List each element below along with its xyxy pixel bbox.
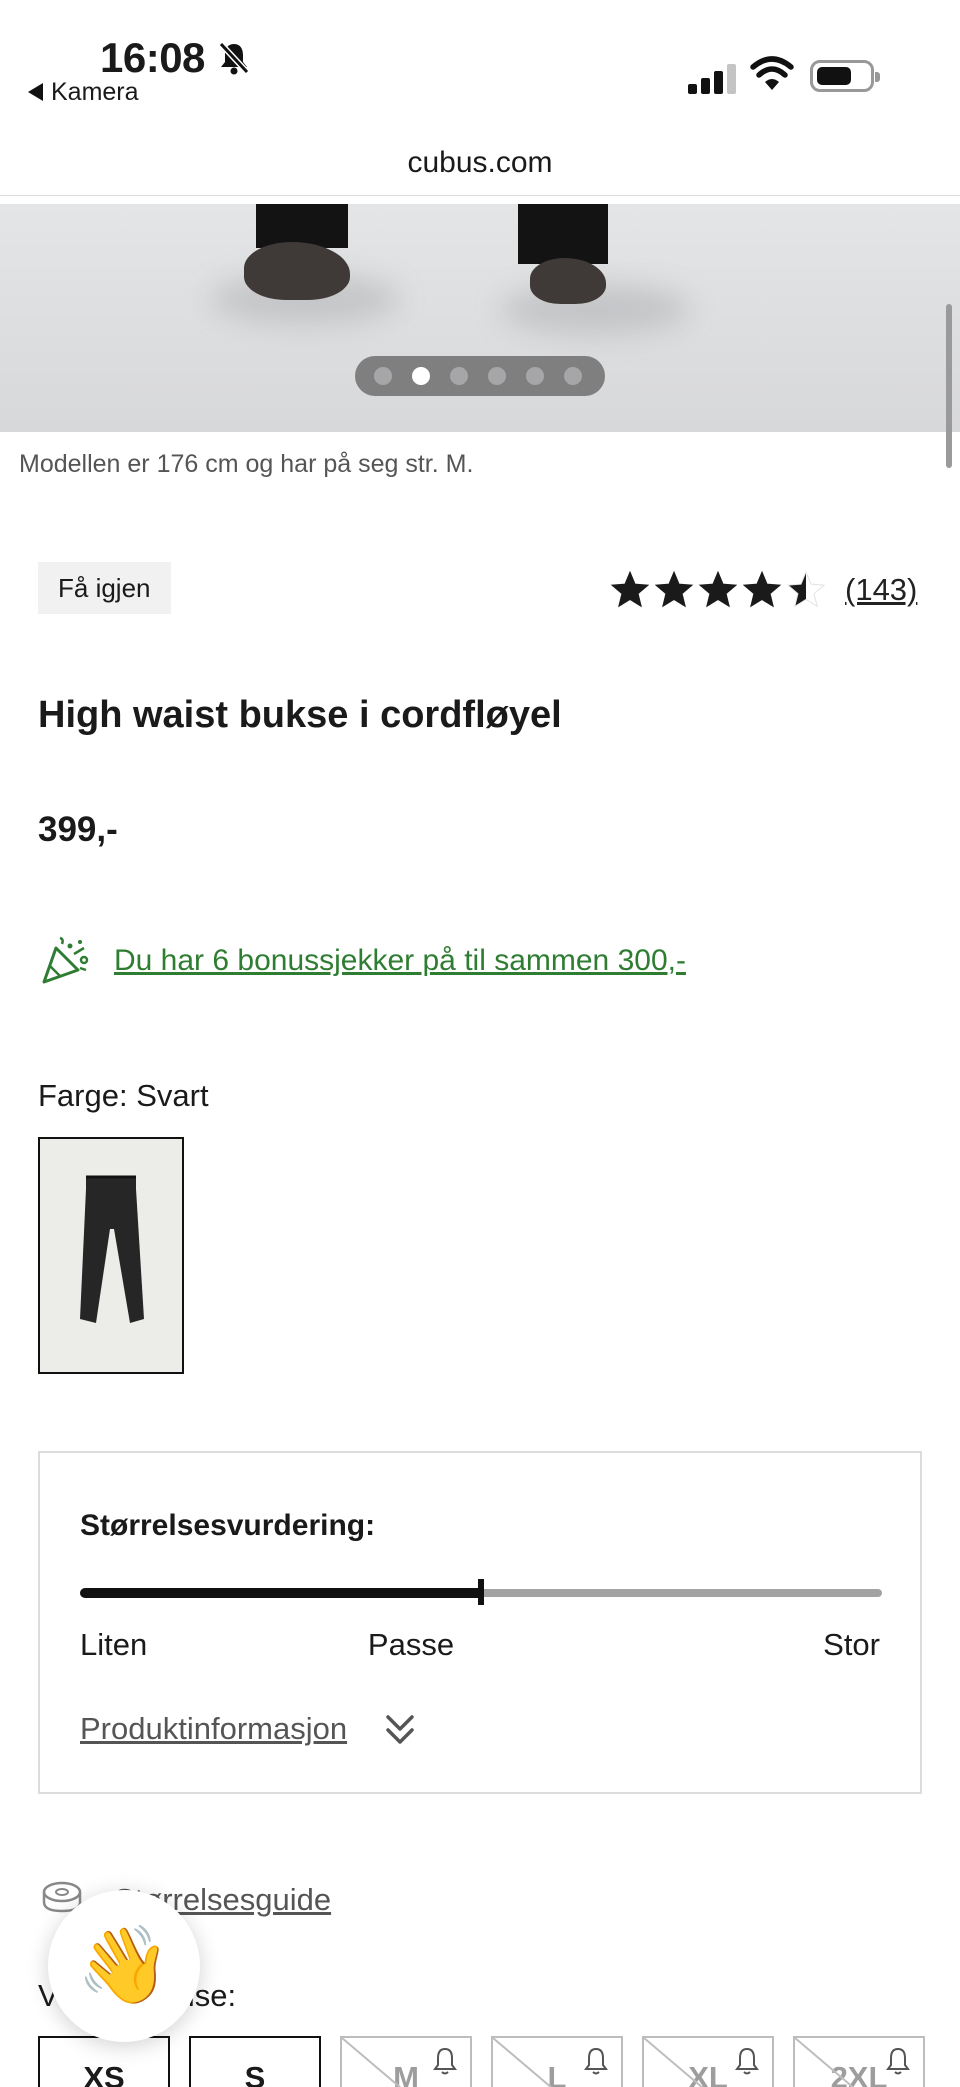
badge-cashback: Få igjen bbox=[38, 562, 171, 614]
gallery-dot[interactable] bbox=[564, 367, 582, 385]
size-option-label: S bbox=[244, 2060, 266, 2087]
size-rating-label-fit: Passe bbox=[367, 1627, 455, 1662]
size-rating-label-large: Stor bbox=[823, 1627, 880, 1662]
url-bar[interactable]: cubus.com bbox=[0, 130, 960, 196]
size-rating-fill bbox=[80, 1588, 481, 1598]
product-info-link[interactable]: Produktinformasjon bbox=[80, 1711, 347, 1747]
product-title: High waist bukse i cordfløyel bbox=[38, 694, 562, 736]
gallery-pagination[interactable] bbox=[355, 356, 605, 396]
size-rating-panel: Størrelsesvurdering: Liten Passe Stor Pr… bbox=[38, 1451, 922, 1794]
notify-bell-icon bbox=[433, 2047, 457, 2075]
rating-stars[interactable] bbox=[608, 568, 830, 612]
gallery-dot[interactable] bbox=[412, 367, 430, 385]
status-bar: 16:08 Kamera bbox=[0, 0, 960, 120]
product-price: 399,- bbox=[38, 810, 118, 849]
size-rating-marker bbox=[478, 1579, 484, 1605]
star-icon bbox=[610, 570, 650, 608]
gallery-dot[interactable] bbox=[450, 367, 468, 385]
party-popper-icon bbox=[42, 936, 89, 984]
back-app-label: Kamera bbox=[51, 78, 139, 106]
size-rating-title: Størrelsesvurdering: bbox=[80, 1509, 376, 1542]
size-option-xs[interactable]: XS bbox=[38, 2036, 170, 2087]
chat-button[interactable]: 👋 bbox=[48, 1890, 200, 2042]
double-chevron-down-icon[interactable] bbox=[384, 1713, 416, 1747]
star-icon bbox=[786, 570, 826, 608]
bonus-checks-link[interactable]: Du har 6 bonussjekker på til sammen 300,… bbox=[114, 944, 686, 978]
shoe-right bbox=[530, 258, 606, 304]
notify-bell-icon bbox=[886, 2047, 910, 2075]
notify-bell-icon bbox=[584, 2047, 608, 2075]
status-time: 16:08 bbox=[100, 34, 205, 81]
pants-thumbnail bbox=[80, 1175, 144, 1323]
scrollbar[interactable] bbox=[946, 304, 952, 468]
gallery-dot[interactable] bbox=[374, 367, 392, 385]
star-icon bbox=[654, 570, 694, 608]
wifi-icon bbox=[750, 56, 794, 90]
color-label: Farge: Svart bbox=[38, 1078, 209, 1113]
product-image[interactable] bbox=[0, 204, 960, 432]
size-option-l[interactable]: L bbox=[491, 2036, 623, 2087]
size-option-s[interactable]: S bbox=[189, 2036, 321, 2087]
cellular-signal-icon bbox=[688, 62, 736, 94]
silent-bell-icon bbox=[218, 41, 250, 75]
size-option-m[interactable]: M bbox=[340, 2036, 472, 2087]
star-icon bbox=[698, 570, 738, 608]
model-caption: Modellen er 176 cm og har på seg str. M. bbox=[19, 450, 474, 478]
notify-bell-icon bbox=[735, 2047, 759, 2075]
size-option-2xl[interactable]: 2XL bbox=[793, 2036, 925, 2087]
color-swatch-black[interactable] bbox=[38, 1137, 184, 1374]
review-count-link[interactable]: (143) bbox=[845, 572, 917, 608]
waving-hand-icon: 👋 bbox=[76, 1923, 172, 2008]
star-icon bbox=[742, 570, 782, 608]
battery-icon bbox=[810, 60, 880, 92]
back-to-app-link[interactable]: Kamera bbox=[28, 78, 139, 107]
back-arrow-icon bbox=[28, 83, 43, 101]
shoe-left bbox=[244, 242, 350, 300]
size-option-xl[interactable]: XL bbox=[642, 2036, 774, 2087]
size-option-label: XS bbox=[83, 2060, 125, 2087]
gallery-dot[interactable] bbox=[526, 367, 544, 385]
gallery-dot[interactable] bbox=[488, 367, 506, 385]
